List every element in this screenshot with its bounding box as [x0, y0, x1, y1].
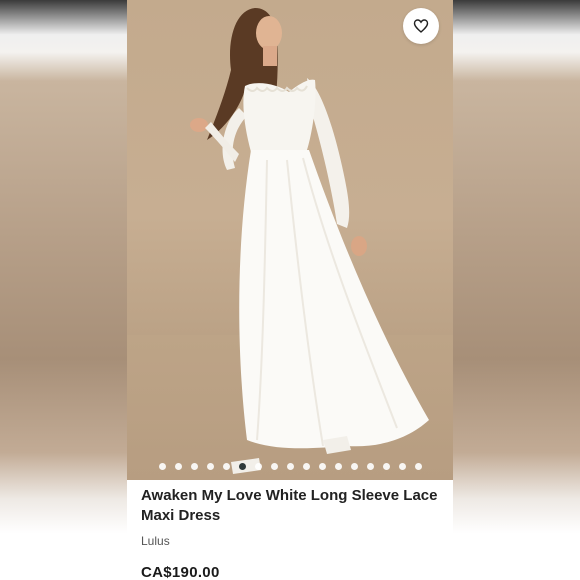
carousel-dot[interactable]: [334, 463, 342, 470]
carousel-dot[interactable]: [382, 463, 390, 470]
product-photo[interactable]: [127, 0, 453, 480]
carousel-dot[interactable]: [254, 463, 262, 470]
carousel-dot[interactable]: [286, 463, 294, 470]
carousel-dot[interactable]: [206, 463, 214, 470]
product-title[interactable]: Awaken My Love White Long Sleeve Lace Ma…: [141, 486, 441, 526]
listing-card: Awaken My Love White Long Sleeve Lace Ma…: [127, 0, 453, 580]
carousel-dot[interactable]: [414, 463, 422, 470]
product-price: CA$190.00: [141, 564, 220, 580]
product-info: Awaken My Love White Long Sleeve Lace Ma…: [141, 486, 441, 580]
heart-icon: [413, 19, 429, 33]
carousel-dot[interactable]: [270, 463, 278, 470]
model-in-dress-illustration: [190, 8, 429, 474]
carousel-dot[interactable]: [318, 463, 326, 470]
carousel-indicator[interactable]: [127, 463, 453, 471]
product-brand[interactable]: Lulus: [141, 534, 441, 548]
carousel-dot[interactable]: [222, 463, 230, 470]
carousel-dot[interactable]: [398, 463, 406, 470]
carousel-dot[interactable]: [366, 463, 374, 470]
carousel-dot[interactable]: [350, 463, 358, 470]
carousel-dot[interactable]: [238, 463, 246, 470]
like-button[interactable]: [403, 8, 439, 44]
carousel-dot[interactable]: [158, 463, 166, 470]
carousel-dot[interactable]: [302, 463, 310, 470]
carousel-dot[interactable]: [174, 463, 182, 470]
carousel-dot[interactable]: [190, 463, 198, 470]
